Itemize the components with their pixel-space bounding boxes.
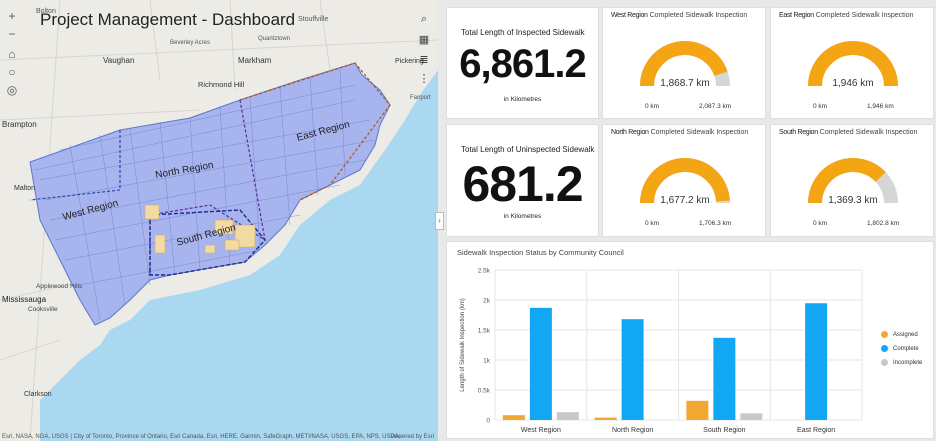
y-axis-label: Length of Sidewalk Inspection (km) bbox=[460, 298, 466, 391]
place-label: Stouffville bbox=[298, 16, 329, 23]
map-attribution: Esri, NASA, NGA, USGS | City of Toronto,… bbox=[2, 434, 401, 440]
place-label: Applewood Hills bbox=[36, 283, 83, 290]
bar-assigned[interactable] bbox=[502, 415, 525, 420]
indicator-unit: in Kilometres bbox=[503, 96, 542, 103]
basemap-gallery-icon[interactable]: ▦ bbox=[414, 31, 434, 49]
legend-label: Complete bbox=[893, 346, 919, 353]
chart-plot[interactable]: 0 0.5k 1k 1.5k 2k 2.5k Length of Sidewalk Insp… bbox=[447, 242, 934, 439]
bar-incomplete[interactable] bbox=[740, 413, 763, 420]
map-panel[interactable]: Project Management - Dashboard + − ⌂ ○ ◎… bbox=[0, 0, 438, 441]
indicator-uninspected: Total Length of Uninspected Sidewalk 681… bbox=[446, 124, 599, 237]
gauge-max: 1,802.8 km bbox=[867, 220, 900, 227]
indicator-value: 6,861.2 bbox=[459, 42, 586, 86]
powered-by-esri[interactable]: Powered by Esri bbox=[390, 434, 434, 440]
bar-complete[interactable] bbox=[805, 303, 828, 420]
place-label: Pickering bbox=[395, 58, 424, 65]
gauge-arc bbox=[640, 41, 730, 87]
legend-icon[interactable]: ⋮ bbox=[414, 70, 434, 88]
bar-assigned[interactable] bbox=[594, 417, 617, 420]
gauge-west-region: West Region Completed Sidewalk Inspectio… bbox=[602, 7, 766, 119]
place-label: Clarkson bbox=[24, 391, 52, 398]
x-tick-label: East Region bbox=[797, 427, 835, 434]
gauge-arc bbox=[808, 158, 898, 204]
search-icon[interactable]: ⌕ bbox=[414, 10, 434, 28]
y-tick-label: 1.5k bbox=[478, 328, 491, 335]
x-tick-label: West Region bbox=[521, 427, 561, 434]
place-label: Markham bbox=[238, 56, 272, 65]
gauge-value: 1,677.2 km bbox=[660, 195, 710, 206]
legend-item-assigned[interactable]: Assigned bbox=[881, 331, 918, 338]
legend-label: Incomplete bbox=[893, 360, 923, 367]
place-label: Quantztown bbox=[258, 36, 291, 42]
legend-item-incomplete[interactable]: Incomplete bbox=[881, 359, 922, 366]
legend-swatch bbox=[881, 331, 888, 338]
gauge-value: 1,369.3 km bbox=[828, 195, 878, 206]
gauge-max: 1,946 km bbox=[867, 103, 894, 110]
y-tick-label: 0 bbox=[486, 418, 490, 425]
zoom-in-button[interactable]: + bbox=[3, 8, 21, 24]
gauge-value: 1,868.7 km bbox=[660, 78, 710, 89]
indicator-title: Total Length of Uninspected Sidewalk bbox=[461, 145, 595, 154]
dashboard-title: Project Management - Dashboard bbox=[40, 10, 296, 29]
gauge-min: 0 km bbox=[645, 220, 660, 227]
home-icon[interactable]: ⌂ bbox=[3, 46, 21, 62]
place-label: Bolton bbox=[36, 8, 56, 15]
x-tick-label: South Region bbox=[703, 427, 746, 434]
collapse-panel-button[interactable]: › bbox=[435, 212, 444, 230]
legend-label: Assigned bbox=[893, 332, 918, 339]
place-label: Cooksville bbox=[28, 306, 58, 313]
place-label: Malton bbox=[14, 185, 36, 192]
place-label: Richmond Hill bbox=[198, 80, 245, 89]
zoom-out-button[interactable]: − bbox=[3, 26, 21, 42]
y-tick-label: 1k bbox=[483, 358, 491, 365]
gauge-min: 0 km bbox=[813, 220, 828, 227]
place-label: Fairport bbox=[410, 95, 431, 101]
indicator-unit: in Kilometres bbox=[503, 213, 542, 220]
indicator-value: 681.2 bbox=[462, 156, 583, 212]
bar-complete[interactable] bbox=[529, 307, 552, 420]
gauge-north-region: North Region Completed Sidewalk Inspecti… bbox=[602, 124, 766, 237]
gauge-min: 0 km bbox=[645, 103, 660, 110]
bar-complete[interactable] bbox=[713, 337, 736, 420]
legend-item-complete[interactable]: Complete bbox=[881, 345, 919, 352]
gauge-max: 1,706.3 km bbox=[699, 220, 732, 227]
bar-complete[interactable] bbox=[621, 319, 644, 420]
place-label: Mississauga bbox=[2, 295, 47, 304]
place-label: Vaughan bbox=[103, 56, 135, 65]
x-tick-label: North Region bbox=[612, 427, 653, 434]
bar-incomplete[interactable] bbox=[556, 412, 579, 420]
legend-swatch bbox=[881, 359, 888, 366]
y-tick-label: 2.5k bbox=[478, 268, 491, 275]
gauge-min: 0 km bbox=[813, 103, 828, 110]
indicator-inspected: Total Length of Inspected Sidewalk 6,861… bbox=[446, 7, 599, 119]
gauge-max: 2,087.3 km bbox=[699, 103, 732, 110]
y-tick-label: 0.5k bbox=[478, 388, 491, 395]
locate-icon[interactable]: ◎ bbox=[3, 82, 21, 98]
zoom-level-icon[interactable]: ○ bbox=[3, 64, 21, 80]
gauge-east-region: East Region Completed Sidewalk Inspectio… bbox=[770, 7, 934, 119]
gauge-arc bbox=[640, 158, 730, 204]
bar-assigned[interactable] bbox=[686, 400, 709, 420]
place-label: Beverley Acres bbox=[170, 40, 211, 46]
y-tick-label: 2k bbox=[483, 298, 491, 305]
status-bar-chart[interactable]: Sidewalk Inspection Status by Community … bbox=[446, 241, 934, 439]
place-label: Brampton bbox=[2, 120, 37, 129]
legend-swatch bbox=[881, 345, 888, 352]
gauge-arc bbox=[808, 41, 898, 87]
gauge-south-region: South Region Completed Sidewalk Inspecti… bbox=[770, 124, 934, 237]
indicator-title: Total Length of Inspected Sidewalk bbox=[461, 28, 585, 37]
gauge-value: 1,946 km bbox=[832, 78, 874, 89]
